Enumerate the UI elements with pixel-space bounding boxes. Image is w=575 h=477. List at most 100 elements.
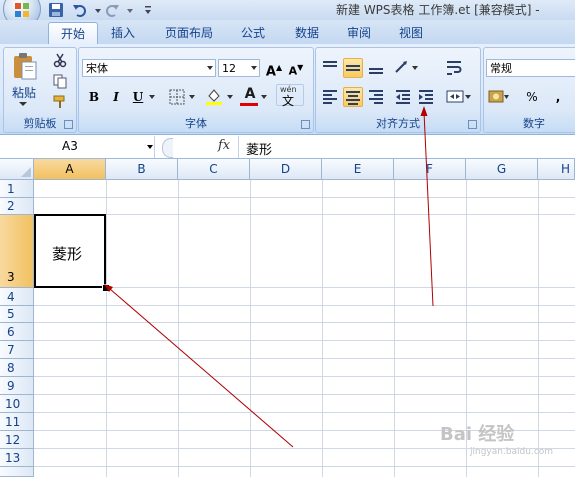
merge-center-button[interactable]: [444, 87, 474, 107]
phonetic-guide-button[interactable]: wén 文: [276, 84, 304, 108]
align-middle-button[interactable]: [343, 58, 363, 78]
column-header-b[interactable]: B: [106, 159, 178, 180]
underline-button[interactable]: U: [128, 87, 148, 107]
gridline: [322, 180, 323, 477]
undo-icon[interactable]: [72, 2, 88, 18]
redo-icon[interactable]: [104, 2, 120, 18]
borders-icon[interactable]: [168, 88, 186, 106]
fill-handle[interactable]: [102, 284, 110, 292]
orientation-button[interactable]: [392, 58, 422, 78]
row-header-11[interactable]: 11: [0, 413, 34, 431]
font-size-select[interactable]: 12: [218, 59, 260, 77]
row-header-9[interactable]: 9: [0, 377, 34, 395]
row-header-7[interactable]: 7: [0, 341, 34, 359]
paste-dropdown-icon[interactable]: [17, 100, 29, 108]
tab-formulas[interactable]: 公式: [230, 22, 276, 44]
align-middle-icon: [346, 65, 360, 71]
align-right-icon: [369, 90, 383, 104]
clipboard-launcher-icon[interactable]: [64, 120, 73, 129]
row-header-5[interactable]: 5: [0, 306, 34, 323]
row-header-12[interactable]: 12: [0, 431, 34, 449]
bold-button[interactable]: B: [84, 87, 104, 107]
column-header-g[interactable]: G: [466, 159, 538, 180]
copy-icon[interactable]: [52, 73, 68, 89]
customize-qat-icon[interactable]: [140, 2, 156, 18]
font-launcher-icon[interactable]: [301, 120, 310, 129]
save-icon[interactable]: [48, 2, 64, 18]
select-all-button[interactable]: [0, 159, 34, 180]
tab-page-layout[interactable]: 页面布局: [156, 22, 222, 44]
paste-label[interactable]: 粘贴: [12, 84, 36, 101]
gridline: [34, 466, 575, 467]
row-header-4[interactable]: 4: [0, 288, 34, 306]
comma-style-button[interactable]: ,: [548, 87, 568, 107]
cut-icon[interactable]: [52, 52, 68, 68]
font-color-dropdown-icon[interactable]: [260, 93, 268, 101]
align-left-button[interactable]: [320, 87, 340, 107]
formula-input[interactable]: 菱形: [246, 139, 272, 158]
align-right-button[interactable]: [366, 87, 386, 107]
insert-function-button[interactable]: fx: [218, 138, 230, 153]
fill-color-dropdown-icon[interactable]: [226, 93, 234, 101]
watermark-logo: Bai 经验: [440, 424, 515, 445]
font-color-button[interactable]: A: [240, 84, 260, 104]
redo-dropdown-icon[interactable]: [122, 2, 138, 18]
tab-view[interactable]: 视图: [388, 22, 434, 44]
grow-font-label: A: [265, 64, 276, 80]
wrap-text-button[interactable]: [444, 58, 464, 78]
row-header-6[interactable]: 6: [0, 323, 34, 341]
merge-cells-icon: [446, 90, 471, 103]
phonetic-glyph: 文: [282, 94, 295, 108]
tab-review[interactable]: 审阅: [336, 22, 382, 44]
tab-data[interactable]: 数据: [284, 22, 330, 44]
gridline: [34, 394, 575, 395]
formula-bar-handle[interactable]: [162, 138, 173, 158]
row-header-8[interactable]: 8: [0, 359, 34, 377]
column-header-d[interactable]: D: [250, 159, 322, 180]
row-header-10[interactable]: 10: [0, 395, 34, 413]
column-header-h[interactable]: H: [538, 159, 575, 180]
chevron-down-icon: [147, 145, 153, 149]
column-header-f[interactable]: F: [394, 159, 466, 180]
gridline: [34, 358, 575, 359]
row-header-1[interactable]: 1: [0, 180, 34, 198]
alignment-launcher-icon[interactable]: [468, 120, 477, 129]
underline-dropdown-icon[interactable]: [148, 93, 156, 101]
gridline: [34, 214, 575, 215]
tab-insert[interactable]: 插入: [100, 22, 146, 44]
number-format-select[interactable]: 常规: [486, 59, 575, 77]
row-header-13[interactable]: 13: [0, 449, 34, 467]
column-header-c[interactable]: C: [178, 159, 250, 180]
align-top-button[interactable]: [320, 58, 340, 78]
tab-home[interactable]: 开始: [48, 22, 98, 45]
row-header-2[interactable]: 2: [0, 198, 34, 215]
format-painter-icon[interactable]: [52, 94, 68, 110]
italic-button[interactable]: I: [106, 87, 126, 107]
name-box[interactable]: A3: [2, 138, 153, 156]
formula-divider-2: [238, 136, 239, 158]
column-header-e[interactable]: E: [322, 159, 394, 180]
gridline: [34, 412, 575, 413]
grow-font-button[interactable]: A▲: [264, 58, 284, 80]
decrease-indent-icon: [396, 90, 410, 104]
column-header-a[interactable]: A: [34, 159, 106, 180]
chevron-down-icon: [207, 66, 213, 70]
fill-color-icon[interactable]: [204, 86, 224, 106]
watermark-url: jingyan.baidu.com: [470, 447, 554, 457]
row-header-14[interactable]: [0, 467, 34, 477]
percent-style-button[interactable]: %: [522, 87, 542, 107]
align-bottom-button[interactable]: [366, 58, 386, 78]
gridline: [34, 376, 575, 377]
currency-format-icon[interactable]: [488, 88, 510, 106]
font-name-select[interactable]: 宋体: [82, 59, 216, 77]
gridline: [34, 197, 575, 198]
gridline: [106, 180, 107, 477]
borders-dropdown-icon[interactable]: [188, 93, 196, 101]
align-center-button[interactable]: [343, 87, 363, 107]
paste-icon[interactable]: [11, 52, 39, 82]
decrease-indent-button[interactable]: [393, 87, 413, 107]
shrink-font-button[interactable]: A▼: [286, 58, 306, 78]
increase-indent-button[interactable]: [416, 87, 436, 107]
row-header-3[interactable]: 3: [0, 215, 34, 288]
gridline: [250, 180, 251, 477]
